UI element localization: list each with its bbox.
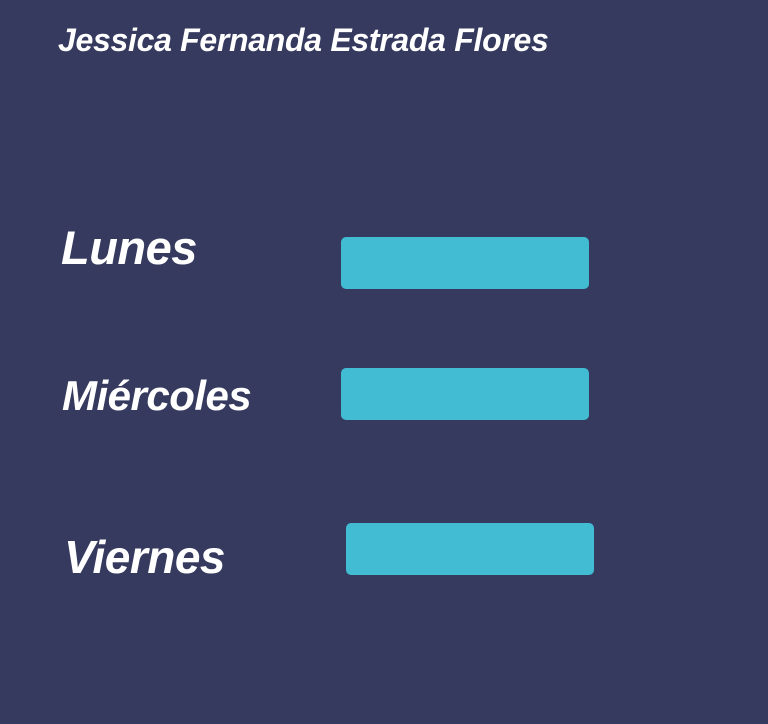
miercoles-button[interactable] bbox=[341, 368, 589, 420]
day-label-viernes: Viernes bbox=[64, 531, 226, 583]
day-label-lunes: Lunes bbox=[61, 221, 197, 274]
day-label-miercoles: Miércoles bbox=[62, 372, 252, 419]
page-title: Jessica Fernanda Estrada Flores bbox=[58, 22, 549, 58]
viernes-button[interactable] bbox=[346, 523, 594, 575]
lunes-button[interactable] bbox=[341, 237, 589, 289]
